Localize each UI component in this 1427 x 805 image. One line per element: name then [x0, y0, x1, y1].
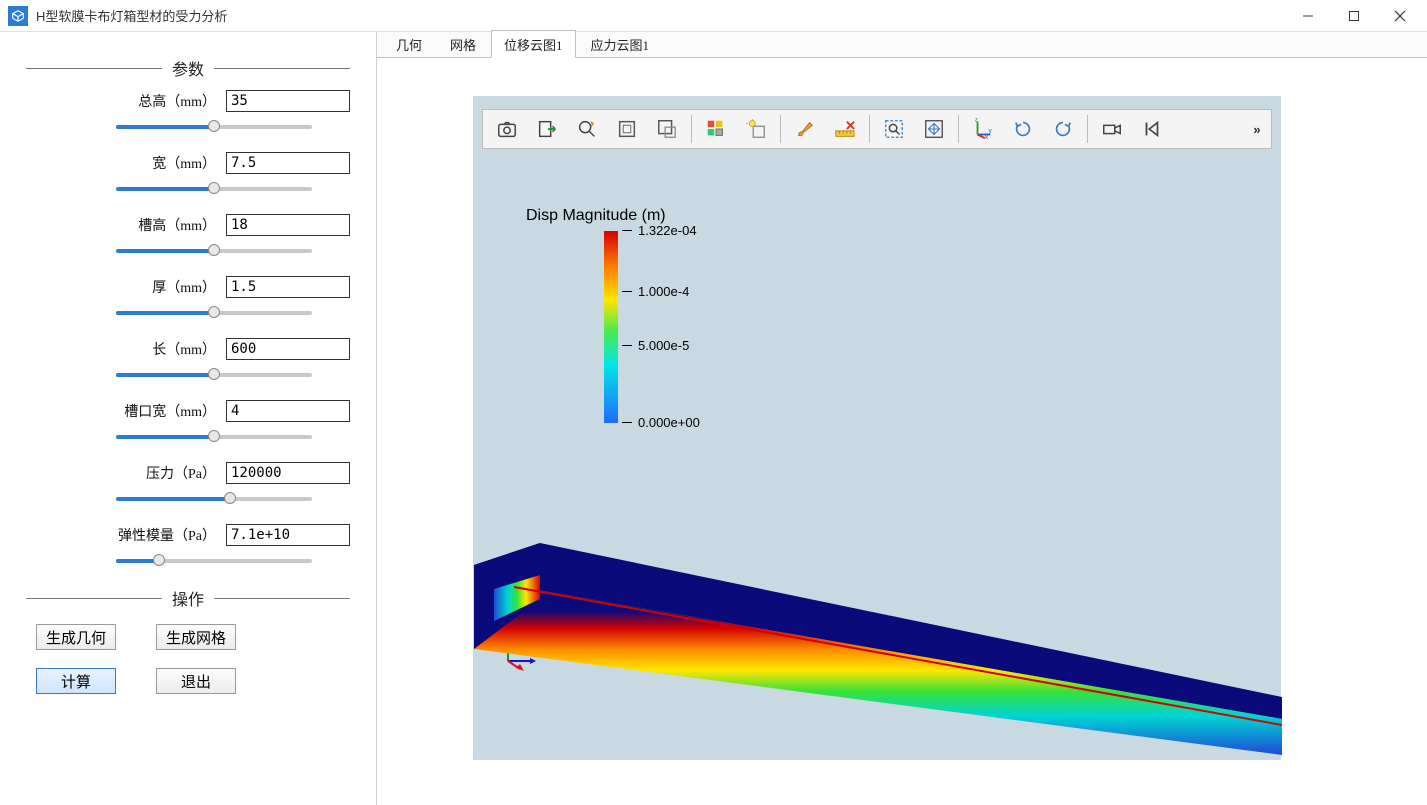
legend-tick: 1.000e-4 — [622, 284, 689, 299]
lightbulb-box-icon[interactable] — [738, 112, 774, 146]
params-section-header: 参数 — [26, 56, 350, 80]
thickness-input[interactable] — [226, 276, 350, 298]
close-button[interactable] — [1377, 0, 1423, 32]
thickness-slider[interactable] — [116, 304, 312, 320]
legend-tick: 1.322e-04 — [622, 223, 697, 238]
sidebar: 参数 总高（mm） 宽（mm） 槽高（mm） — [0, 32, 376, 805]
param-total-height: 总高（mm） — [26, 90, 350, 134]
window-title: H型软膜卡布灯箱型材的受力分析 — [36, 6, 1285, 25]
param-label: 压力（Pa） — [86, 463, 226, 483]
ruler-clear-icon[interactable] — [827, 112, 863, 146]
length-input[interactable] — [226, 338, 350, 360]
param-label: 宽（mm） — [86, 153, 226, 173]
param-label: 总高（mm） — [86, 91, 226, 111]
result-beam-render — [474, 529, 1282, 755]
param-thickness: 厚（mm） — [26, 276, 350, 320]
param-elastic-modulus: 弹性模量（Pa） — [26, 524, 350, 568]
axes-icon[interactable]: zyx — [965, 112, 1001, 146]
param-label: 槽口宽（mm） — [86, 401, 226, 421]
minimize-button[interactable] — [1285, 0, 1331, 32]
toolbar-overflow-icon[interactable]: » — [1247, 122, 1267, 137]
cubes-icon[interactable] — [698, 112, 734, 146]
actions-section-header: 操作 — [26, 586, 350, 610]
svg-text:z: z — [975, 118, 978, 124]
action-buttons: 生成几何 生成网格 计算 退出 — [36, 624, 350, 694]
param-pressure: 压力（Pa） — [26, 462, 350, 506]
camera-view-icon[interactable] — [1094, 112, 1130, 146]
slot-width-input[interactable] — [226, 400, 350, 422]
param-width: 宽（mm） — [26, 152, 350, 196]
param-label: 长（mm） — [86, 339, 226, 359]
fit-view-icon[interactable] — [916, 112, 952, 146]
width-input[interactable] — [226, 152, 350, 174]
window-controls — [1285, 0, 1423, 32]
go-first-icon[interactable] — [1134, 112, 1170, 146]
param-label: 槽高（mm） — [86, 215, 226, 235]
svg-text:y: y — [989, 128, 993, 135]
total-height-slider[interactable] — [116, 118, 312, 134]
main-pane: 几何 网格 位移云图1 应力云图1 — [376, 32, 1427, 805]
param-label: 弹性模量（Pa） — [86, 525, 226, 545]
rotate-ccw-icon[interactable] — [1045, 112, 1081, 146]
tab-stress-contour-1[interactable]: 应力云图1 — [578, 30, 663, 57]
tab-geometry[interactable]: 几何 — [383, 30, 435, 57]
compute-button[interactable]: 计算 — [36, 668, 116, 694]
axis-gizmo[interactable] — [498, 631, 538, 671]
brush-icon[interactable] — [787, 112, 823, 146]
length-slider[interactable] — [116, 366, 312, 382]
legend-tick: 5.000e-5 — [622, 338, 689, 353]
param-slot-height: 槽高（mm） — [26, 214, 350, 258]
exit-button[interactable]: 退出 — [156, 668, 236, 694]
slot-height-slider[interactable] — [116, 242, 312, 258]
param-length: 长（mm） — [26, 338, 350, 382]
elastic-modulus-slider[interactable] — [116, 552, 312, 568]
tab-bar: 几何 网格 位移云图1 应力云图1 — [377, 32, 1427, 58]
elastic-modulus-input[interactable] — [226, 524, 350, 546]
view-container: zyx » Disp Magnitude (m) 1.322e-041.0 — [377, 58, 1427, 805]
title-bar: H型软膜卡布灯箱型材的受力分析 — [0, 0, 1427, 32]
bbox-select-icon[interactable] — [649, 112, 685, 146]
viewport-3d[interactable]: zyx » Disp Magnitude (m) 1.322e-041.0 — [473, 96, 1281, 760]
zoom-area-icon[interactable] — [876, 112, 912, 146]
tab-mesh[interactable]: 网格 — [437, 30, 489, 57]
param-label: 厚（mm） — [86, 277, 226, 297]
bbox-icon[interactable] — [609, 112, 645, 146]
slot-width-slider[interactable] — [116, 428, 312, 444]
generate-mesh-button[interactable]: 生成网格 — [156, 624, 236, 650]
slot-height-input[interactable] — [226, 214, 350, 236]
screenshot-icon[interactable] — [489, 112, 525, 146]
rotate-cw-icon[interactable] — [1005, 112, 1041, 146]
color-legend: Disp Magnitude (m) 1.322e-041.000e-45.00… — [526, 207, 666, 423]
width-slider[interactable] — [116, 180, 312, 196]
generate-geometry-button[interactable]: 生成几何 — [36, 624, 116, 650]
export-icon[interactable] — [529, 112, 565, 146]
zoom-data-icon[interactable] — [569, 112, 605, 146]
legend-tick: 0.000e+00 — [622, 415, 700, 430]
viewport-toolbar: zyx » — [482, 109, 1272, 149]
tab-displacement-contour-1[interactable]: 位移云图1 — [491, 30, 576, 58]
maximize-button[interactable] — [1331, 0, 1377, 32]
pressure-input[interactable] — [226, 462, 350, 484]
legend-colorbar — [604, 231, 618, 423]
pressure-slider[interactable] — [116, 490, 312, 506]
total-height-input[interactable] — [226, 90, 350, 112]
app-icon — [8, 6, 28, 26]
param-slot-width: 槽口宽（mm） — [26, 400, 350, 444]
